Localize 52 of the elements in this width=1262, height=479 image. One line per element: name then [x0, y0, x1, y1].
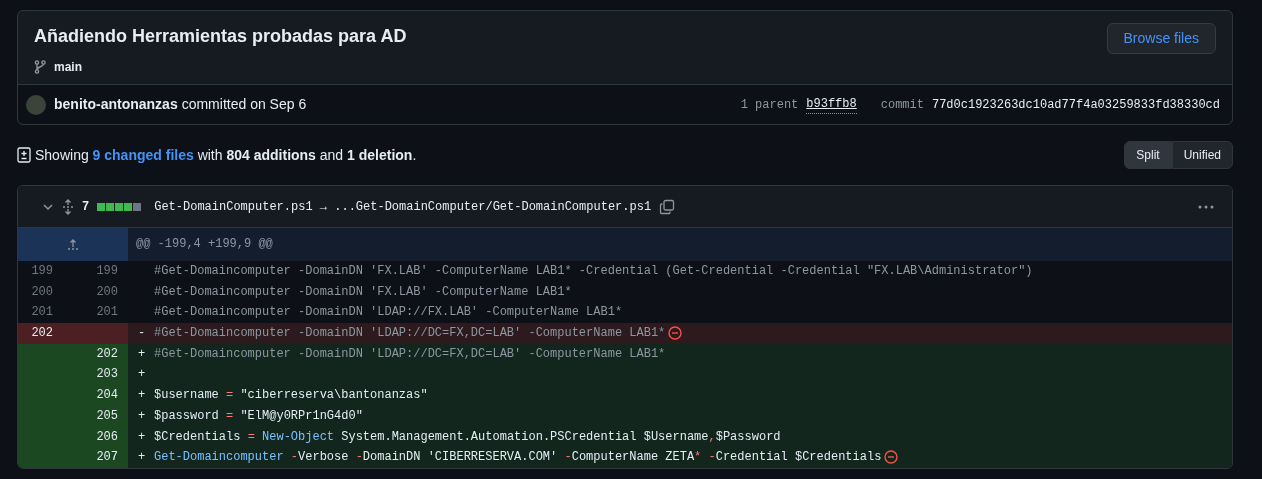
code-text: $password = "ElM@y0RPr1nG4d0"	[154, 408, 363, 423]
expand-up-icon[interactable]	[67, 237, 79, 250]
commit-title: Añadiendo Herramientas probadas para AD	[34, 25, 407, 48]
diff-sign: -	[138, 325, 147, 343]
branch-icon	[34, 60, 46, 74]
branch-name: main	[54, 59, 82, 76]
diff-sign: +	[138, 407, 147, 425]
author-link[interactable]: benito-antonanzas	[54, 94, 178, 115]
view-toggle-button[interactable]: Unified	[1171, 141, 1233, 169]
line-number: 201	[30, 304, 54, 322]
diff-icon	[17, 147, 31, 163]
code-text: #Get-Domaincomputer -DomainDN 'LDAP://FX.LAB' -ComputerName LAB1*	[154, 305, 623, 320]
more-options-icon[interactable]	[1198, 204, 1214, 209]
line-number: 202	[63, 343, 128, 365]
line-number: 199	[30, 263, 54, 280]
changed-files-link[interactable]: 9 changed files	[92, 146, 194, 163]
commit-label: commit	[880, 96, 924, 114]
line-number: 201	[95, 304, 119, 322]
diff-sign: +	[138, 428, 147, 446]
code-text: #Get-Domaincomputer -DomainDN 'FX.LAB' -ComputerName LAB1* -Credential (Get-Credential -Credential "FX.LAB\Administrator")	[154, 264, 1033, 278]
diffstat-drawing	[97, 202, 143, 211]
file-path: Get-DomainComputer.ps1 → ...Get-DomainComputer/Get-DomainComputer.ps1	[154, 198, 652, 216]
browse-files-button[interactable]: Browse files	[1106, 23, 1216, 54]
copy-icon[interactable]	[659, 198, 676, 215]
line-number: 207	[63, 447, 128, 468]
code-text: #Get-Domaincomputer -DomainDN 'LDAP://DC=FX,DC=LAB' -ComputerName LAB1*	[154, 346, 666, 361]
parent-label: 1 parent	[740, 96, 799, 114]
line-number: 204	[63, 385, 128, 406]
diff-sign: +	[138, 449, 147, 467]
code-text: $Credentials = New-Object System.Management.Automation.PSCredential $Username,$Password	[154, 429, 781, 444]
line-number: 199	[95, 263, 119, 280]
diff-sign: +	[138, 366, 147, 384]
hunk-header: @@ -199,4 +199,9 @@	[135, 236, 273, 253]
changes-count: 7	[82, 198, 90, 216]
code-text: #Get-Domaincomputer -DomainDN 'FX.LAB' -ComputerName LAB1*	[154, 284, 572, 299]
view-toggle-button[interactable]: Split	[1124, 141, 1172, 169]
diff-sign: +	[138, 387, 147, 405]
line-number: 202	[18, 323, 63, 344]
commit-meta: committed on Sep 6	[181, 95, 307, 114]
commit-sha: 77d0c1923263dc10ad77f4a03259833fd38330cd	[931, 96, 1220, 114]
code-text: #Get-Domaincomputer -DomainDN 'LDAP://DC=FX,DC=LAB' -ComputerName LAB1*	[154, 326, 666, 341]
line-number: 200	[95, 283, 119, 301]
diff-summary: Showing 9 changed files with 804 additions and 1 deletion.	[35, 145, 417, 165]
line-number: 200	[30, 283, 54, 301]
parent-sha-link[interactable]: b93ffb8	[806, 95, 857, 114]
code-text: $username = "ciberreserva\bantonanzas"	[154, 388, 428, 403]
diff-sign: +	[138, 345, 147, 363]
line-number: 203	[63, 364, 128, 386]
expand-icon[interactable]	[62, 198, 74, 215]
code-text: Get-Domaincomputer -Verbose -DomainDN 'CIBERRESERVA.COM' -ComputerName ZETA* -Credential $Credentials	[154, 450, 882, 465]
line-number: 206	[63, 426, 128, 448]
line-number: 205	[63, 405, 128, 427]
